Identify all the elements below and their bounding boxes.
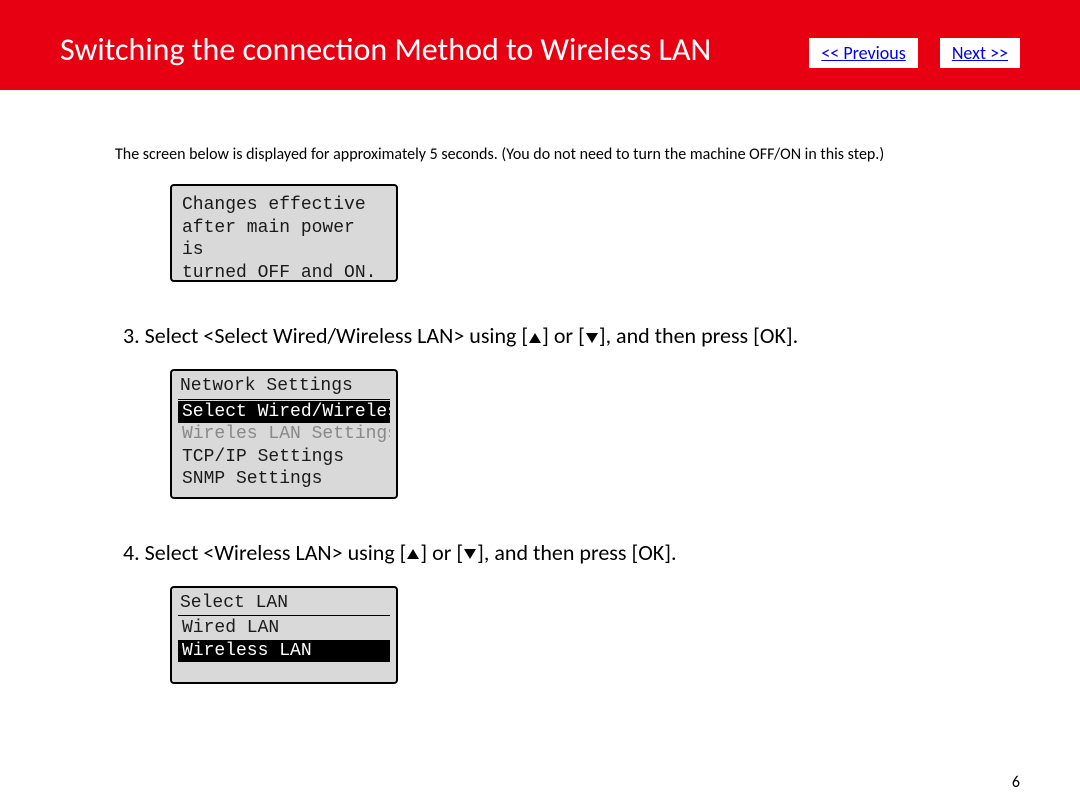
page-header: Switching the connection Method to Wirel… xyxy=(0,0,1080,90)
lcd-screen-select-lan: Select LAN Wired LAN Wireless LAN xyxy=(170,586,398,685)
lcd-item-selected: Wireless LAN xyxy=(178,640,390,663)
page-number: 6 xyxy=(1012,773,1020,792)
step-4-text: 4. Select <Wireless LAN> using [] or [],… xyxy=(123,539,965,566)
lcd-line: after main power is xyxy=(182,217,386,262)
lcd-line: Changes effective xyxy=(182,194,386,217)
content-area: The screen below is displayed for approx… xyxy=(0,90,1080,744)
lcd-item: Wired LAN xyxy=(178,617,390,640)
lcd-title: Select LAN xyxy=(178,592,390,617)
down-arrow-icon xyxy=(464,549,476,559)
lcd-item: SNMP Settings xyxy=(178,468,390,491)
up-arrow-icon xyxy=(407,549,419,559)
lcd-item-selected: Select Wired/Wireles xyxy=(178,401,390,424)
page-title: Switching the connection Method to Wirel… xyxy=(60,30,711,70)
down-arrow-icon xyxy=(586,333,598,343)
lcd-screen-network-settings: Network Settings Select Wired/Wireles Wi… xyxy=(170,369,398,499)
nav-buttons: << Previous Next >> xyxy=(809,38,1020,68)
step-3-text: 3. Select <Select Wired/Wireless LAN> us… xyxy=(123,322,965,349)
lcd-item: Wireles LAN Settings xyxy=(178,423,390,446)
intro-paragraph: The screen below is displayed for approx… xyxy=(115,145,965,164)
lcd-title: Network Settings xyxy=(178,375,390,400)
lcd-line: turned OFF and ON. xyxy=(182,262,386,285)
next-button[interactable]: Next >> xyxy=(940,38,1020,68)
up-arrow-icon xyxy=(529,333,541,343)
previous-button[interactable]: << Previous xyxy=(809,38,917,68)
lcd-item: TCP/IP Settings xyxy=(178,446,390,469)
lcd-screen-changes: Changes effective after main power is tu… xyxy=(170,184,398,282)
